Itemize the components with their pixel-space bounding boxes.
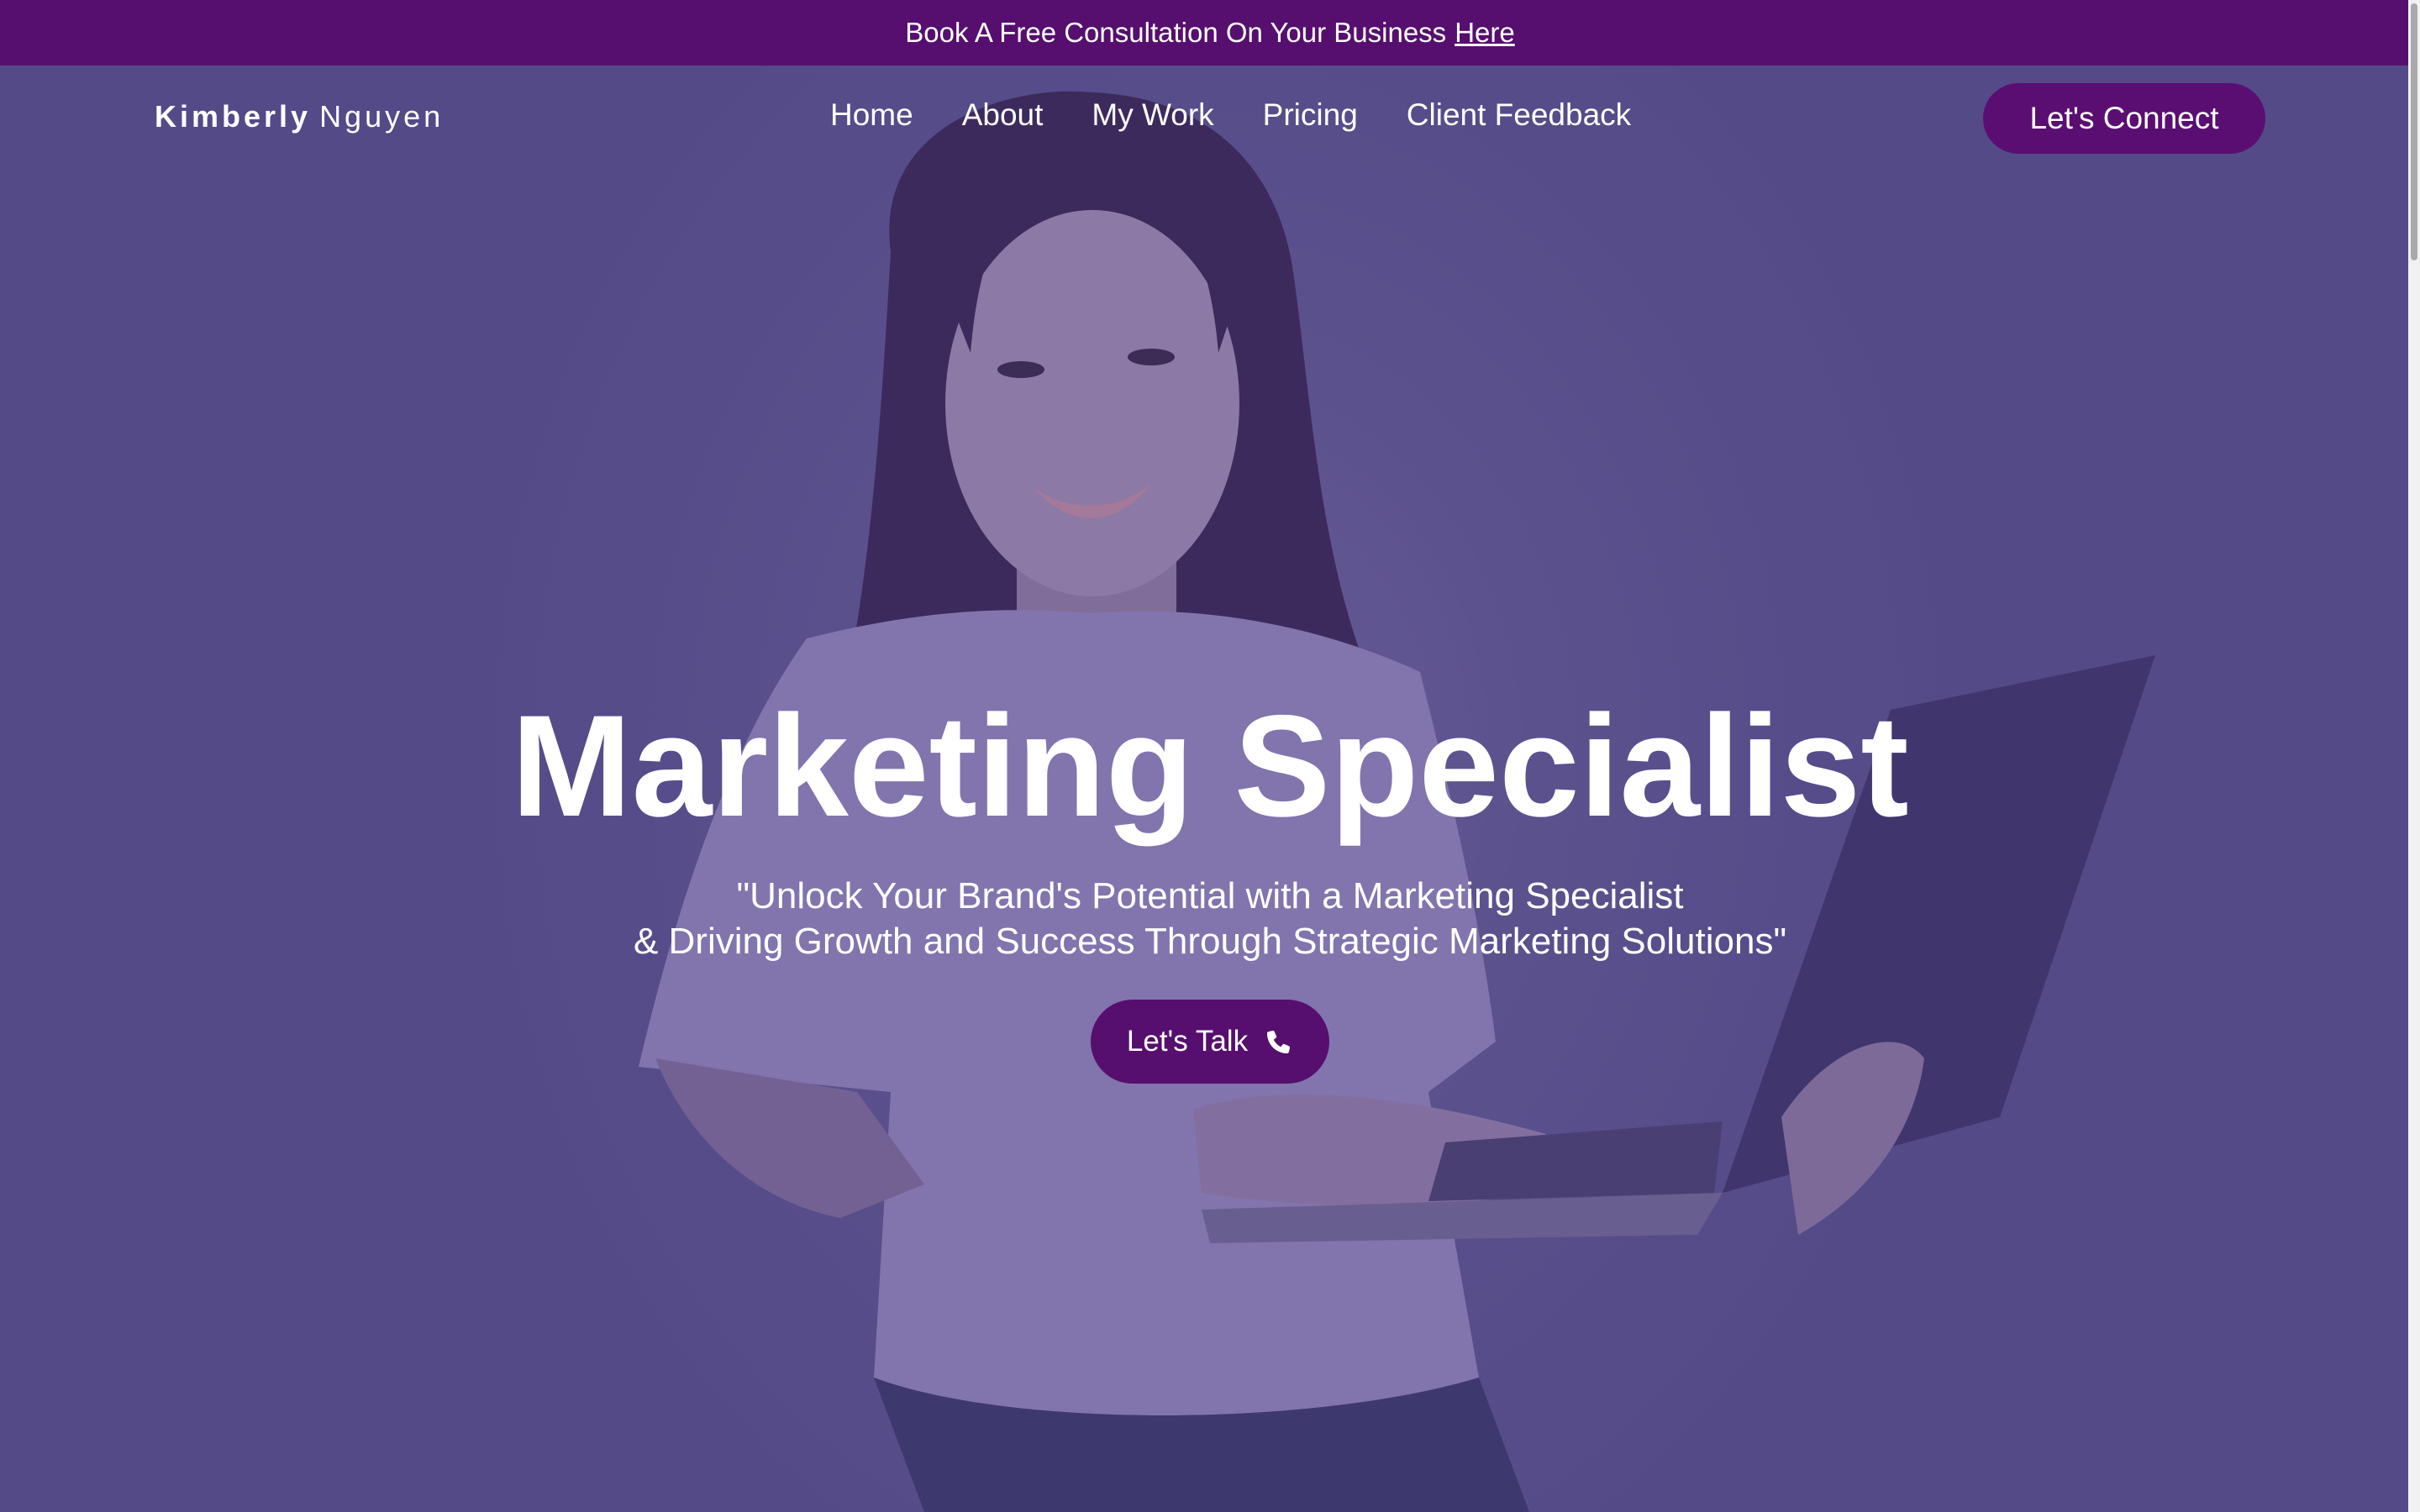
brand-first-name: Kimberly — [155, 99, 312, 134]
announcement-text: Book A Free Consultation On Your Busines… — [905, 17, 1447, 48]
scrollbar-thumb[interactable] — [2411, 3, 2417, 260]
announcement-link[interactable]: Here — [1455, 17, 1515, 49]
brand-logo[interactable]: Kimberly Nguyen — [155, 99, 444, 134]
page-scrollbar[interactable] — [2408, 0, 2420, 1512]
nav-item-home[interactable]: Home — [830, 97, 913, 133]
nav-item-client-feedback[interactable]: Client Feedback — [1407, 97, 1631, 133]
hero-subtitle: "Unlock Your Brand's Potential with a Ma… — [0, 874, 2420, 964]
page: Book A Free Consultation On Your Busines… — [0, 0, 2420, 1512]
brand-last-name: Nguyen — [319, 99, 445, 134]
lets-talk-button[interactable]: Let's Talk — [1091, 1000, 1329, 1084]
nav-item-my-work[interactable]: My Work — [1092, 97, 1213, 133]
hero-subtitle-line-2: & Driving Growth and Success Through Str… — [633, 921, 1787, 962]
navbar: Kimberly Nguyen Home About My Work Pricin… — [0, 66, 2420, 170]
lets-connect-button[interactable]: Let's Connect — [1983, 83, 2265, 154]
nav-menu: Home About My Work Pricing Client Feedba… — [830, 97, 1631, 133]
lets-talk-label: Let's Talk — [1126, 1025, 1249, 1058]
nav-item-pricing[interactable]: Pricing — [1263, 97, 1358, 133]
nav-item-about[interactable]: About — [962, 97, 1044, 133]
phone-icon — [1267, 1030, 1291, 1054]
announcement-bar: Book A Free Consultation On Your Busines… — [0, 0, 2420, 66]
hero-title: Marketing Specialist — [511, 685, 1909, 847]
hero-subtitle-line-1: "Unlock Your Brand's Potential with a Ma… — [736, 875, 1684, 916]
